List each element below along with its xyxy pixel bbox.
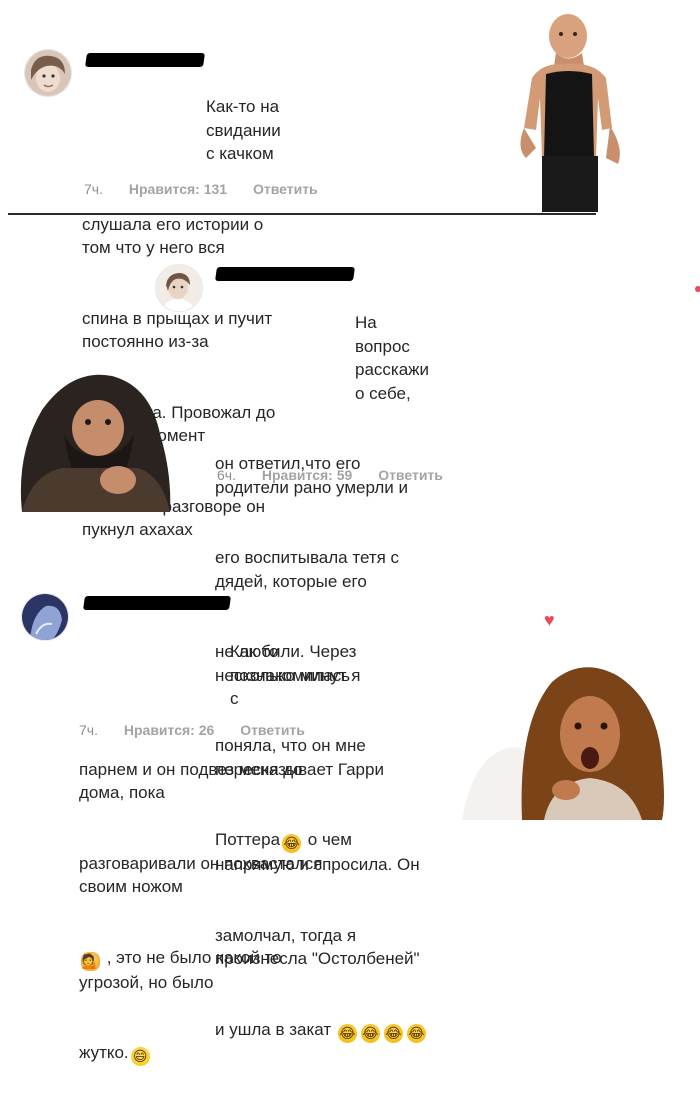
comment-text-line-with-emoji: жутко. 😄 [79, 1041, 350, 1066]
face-with-tears-of-joy-icon: 😂 [360, 1023, 380, 1043]
avatar[interactable] [21, 593, 69, 641]
avatar[interactable] [24, 49, 72, 97]
likes-count[interactable]: Нравится: 59 [262, 467, 352, 483]
grinning-face-icon: 😄 [130, 1047, 150, 1066]
likes-count[interactable]: Нравится: 131 [129, 181, 227, 197]
face-with-tears-of-joy-icon: 😂 [383, 1023, 403, 1043]
comment-text-line: парнем и он подвез меня до дома, пока [79, 759, 308, 803]
sticker-bearded-man [2, 364, 178, 512]
reply-button[interactable]: Ответить [253, 181, 318, 197]
sticker-bodybuilder [502, 8, 632, 214]
comment-text-line: его воспитывала тетя с дядей, которые ег… [215, 548, 404, 591]
comment-time: 6ч. [217, 467, 236, 483]
comment-text-fragment: жутко. [79, 1043, 129, 1062]
comment-meta: 7ч. Нравится: 131 Ответить [84, 181, 340, 197]
avatar[interactable] [155, 264, 203, 312]
comment-text-line: слушала его истории о том что у него вся [82, 214, 268, 258]
heart-icon[interactable]: ♥ [544, 610, 555, 631]
comment-text-fragment: , это не было какой то угрозой, но было [79, 947, 287, 992]
notification-dot [695, 286, 700, 292]
comment-text-line: Как-то на свидании с качком [206, 97, 286, 163]
comment-time: 7ч. [79, 722, 98, 738]
comment-text-line-with-emoji: 💁 , это не было какой то угрозой, но был… [79, 946, 350, 995]
comment-text-line: Как то познакомилась с [230, 642, 355, 708]
face-with-tears-of-joy-icon: 😂 [406, 1023, 426, 1043]
divider [8, 213, 596, 215]
comment-text-line: разговаривали он похвастался своим ножом [79, 853, 328, 897]
comment-text-line: На вопрос расскажи о себе, [355, 313, 434, 403]
likes-count[interactable]: Нравится: 26 [124, 722, 214, 738]
woman-tipping-hand-icon: 💁 [81, 951, 100, 971]
comment-time: 7ч. [84, 181, 103, 197]
sticker-surprised-woman [462, 662, 674, 820]
comment-meta: 7ч. Нравится: 26 Ответить [79, 722, 327, 738]
comment-meta: 6ч. Нравится: 59 Ответить [217, 467, 465, 483]
reply-button[interactable]: Ответить [240, 722, 305, 738]
comment-text: Как то познакомилась с парнем и он подве… [79, 593, 350, 1113]
reply-button[interactable]: Ответить [378, 467, 443, 483]
